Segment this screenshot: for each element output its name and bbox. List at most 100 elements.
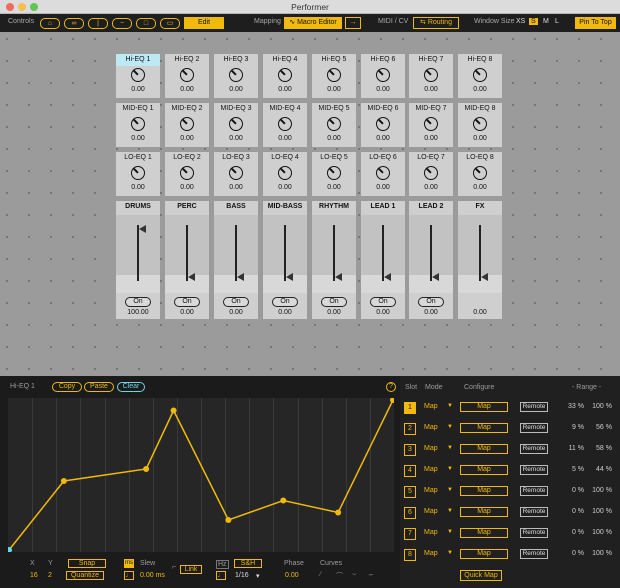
- lo-eq-knob-6[interactable]: LO-EQ 6 0.00: [361, 152, 405, 196]
- fader-track[interactable]: [263, 215, 307, 293]
- fader-handle[interactable]: [481, 273, 488, 281]
- knob-dial[interactable]: [424, 68, 438, 82]
- hi-eq-knob-3[interactable]: Hi-EQ 3 0.00: [214, 54, 258, 98]
- mid-eq-knob-1[interactable]: MID-EQ 1 0.00: [116, 103, 160, 147]
- mode-select[interactable]: Map: [424, 466, 438, 473]
- macro-curve[interactable]: [8, 398, 394, 552]
- fader-track[interactable]: [165, 215, 209, 293]
- knob-dial[interactable]: [376, 117, 390, 131]
- knob-dial[interactable]: [131, 117, 145, 131]
- range-min[interactable]: 0 %: [558, 487, 584, 494]
- fader-handle[interactable]: [139, 225, 146, 233]
- edit-button[interactable]: Edit: [184, 17, 224, 29]
- slot-button[interactable]: 4: [404, 465, 416, 477]
- on-toggle[interactable]: On: [125, 297, 151, 307]
- chevron-down-icon[interactable]: ▼: [447, 466, 453, 472]
- size-xs-button[interactable]: XS: [516, 18, 525, 25]
- clear-button[interactable]: Clear: [117, 382, 145, 392]
- range-max[interactable]: 58 %: [586, 445, 612, 452]
- knob-dial[interactable]: [180, 117, 194, 131]
- on-toggle[interactable]: On: [272, 297, 298, 307]
- knob-dial[interactable]: [131, 166, 145, 180]
- hi-eq-knob-5[interactable]: Hi-EQ 5 0.00: [312, 54, 356, 98]
- range-min[interactable]: 11 %: [558, 445, 584, 452]
- x-value[interactable]: 16: [30, 572, 38, 579]
- note-rate-toggle[interactable]: ♩: [216, 571, 226, 580]
- macro-editor-button[interactable]: ∿ Macro Editor: [284, 17, 342, 29]
- hi-eq-knob-7[interactable]: Hi-EQ 7 0.00: [409, 54, 453, 98]
- map-button[interactable]: Map: [460, 486, 508, 496]
- lo-eq-knob-3[interactable]: LO-EQ 3 0.00: [214, 152, 258, 196]
- remote-button[interactable]: Remote: [520, 486, 548, 496]
- phase-value[interactable]: 0.00: [285, 572, 299, 579]
- hi-eq-knob-1[interactable]: Hi-EQ 1 0.00: [116, 54, 160, 98]
- link-button[interactable]: Link: [180, 565, 202, 574]
- y-value[interactable]: 2: [48, 572, 52, 579]
- curve-point[interactable]: [280, 497, 287, 504]
- hi-eq-knob-6[interactable]: Hi-EQ 6 0.00: [361, 54, 405, 98]
- knob-dial[interactable]: [131, 68, 145, 82]
- snap-button[interactable]: Snap: [68, 559, 106, 568]
- range-min[interactable]: 9 %: [558, 424, 584, 431]
- slew-value[interactable]: 0.00 ms: [140, 572, 165, 579]
- range-max[interactable]: 100 %: [586, 508, 612, 515]
- mid-eq-knob-8[interactable]: MID-EQ 8 0.00: [458, 103, 502, 147]
- knob-dial[interactable]: [424, 166, 438, 180]
- map-button[interactable]: Map: [460, 444, 508, 454]
- knob-dial[interactable]: [376, 68, 390, 82]
- hi-eq-knob-4[interactable]: Hi-EQ 4 0.00: [263, 54, 307, 98]
- knob-dial[interactable]: [327, 68, 341, 82]
- curve-point[interactable]: [170, 407, 177, 414]
- quick-map-button[interactable]: Quick Map: [460, 570, 502, 581]
- map-button[interactable]: Map: [460, 423, 508, 433]
- range-min[interactable]: 5 %: [558, 466, 584, 473]
- map-button[interactable]: Map: [460, 507, 508, 517]
- mode-select[interactable]: Map: [424, 529, 438, 536]
- knob-dial[interactable]: [376, 166, 390, 180]
- knob-control-button[interactable]: −: [112, 18, 132, 29]
- remote-button[interactable]: Remote: [520, 549, 548, 559]
- range-min[interactable]: 0 %: [558, 550, 584, 557]
- knob-dial[interactable]: [180, 166, 194, 180]
- fader-track[interactable]: [116, 215, 160, 293]
- mid-eq-knob-2[interactable]: MID-EQ 2 0.00: [165, 103, 209, 147]
- fader-track[interactable]: [312, 215, 356, 293]
- on-toggle[interactable]: On: [174, 297, 200, 307]
- chevron-down-icon[interactable]: ▼: [447, 487, 453, 493]
- remote-button[interactable]: Remote: [520, 465, 548, 475]
- mode-select[interactable]: Map: [424, 445, 438, 452]
- curve-point[interactable]: [335, 509, 342, 516]
- lo-eq-knob-5[interactable]: LO-EQ 5 0.00: [312, 152, 356, 196]
- map-button[interactable]: Map: [460, 528, 508, 538]
- curve-point[interactable]: [225, 517, 232, 523]
- knob-dial[interactable]: [278, 166, 292, 180]
- mid-eq-knob-4[interactable]: MID-EQ 4 0.00: [263, 103, 307, 147]
- fader-control-button[interactable]: |: [88, 18, 108, 29]
- on-toggle[interactable]: On: [418, 297, 444, 307]
- range-max[interactable]: 56 %: [586, 424, 612, 431]
- lo-eq-knob-8[interactable]: LO-EQ 8 0.00: [458, 152, 502, 196]
- range-max[interactable]: 100 %: [586, 529, 612, 536]
- range-max[interactable]: 100 %: [586, 403, 612, 410]
- knob-dial[interactable]: [229, 68, 243, 82]
- on-toggle[interactable]: On: [223, 297, 249, 307]
- knob-dial[interactable]: [327, 117, 341, 131]
- fader-handle[interactable]: [384, 273, 391, 281]
- knob-dial[interactable]: [327, 166, 341, 180]
- mode-select[interactable]: Map: [424, 403, 438, 410]
- mode-select[interactable]: Map: [424, 508, 438, 515]
- knob-dial[interactable]: [473, 166, 487, 180]
- knob-dial[interactable]: [278, 117, 292, 131]
- chevron-down-icon[interactable]: ▼: [447, 550, 453, 556]
- rate-dropdown-icon[interactable]: ▾: [256, 572, 260, 580]
- slot-button[interactable]: 8: [404, 549, 416, 561]
- fader-track[interactable]: [214, 215, 258, 293]
- mode-select[interactable]: Map: [424, 424, 438, 431]
- fader-track[interactable]: [458, 215, 502, 293]
- range-min[interactable]: 0 %: [558, 529, 584, 536]
- mode-select[interactable]: Map: [424, 550, 438, 557]
- knob-dial[interactable]: [229, 166, 243, 180]
- fader-handle[interactable]: [335, 273, 342, 281]
- fader-track[interactable]: [409, 215, 453, 293]
- hz-label[interactable]: Hz: [216, 560, 229, 569]
